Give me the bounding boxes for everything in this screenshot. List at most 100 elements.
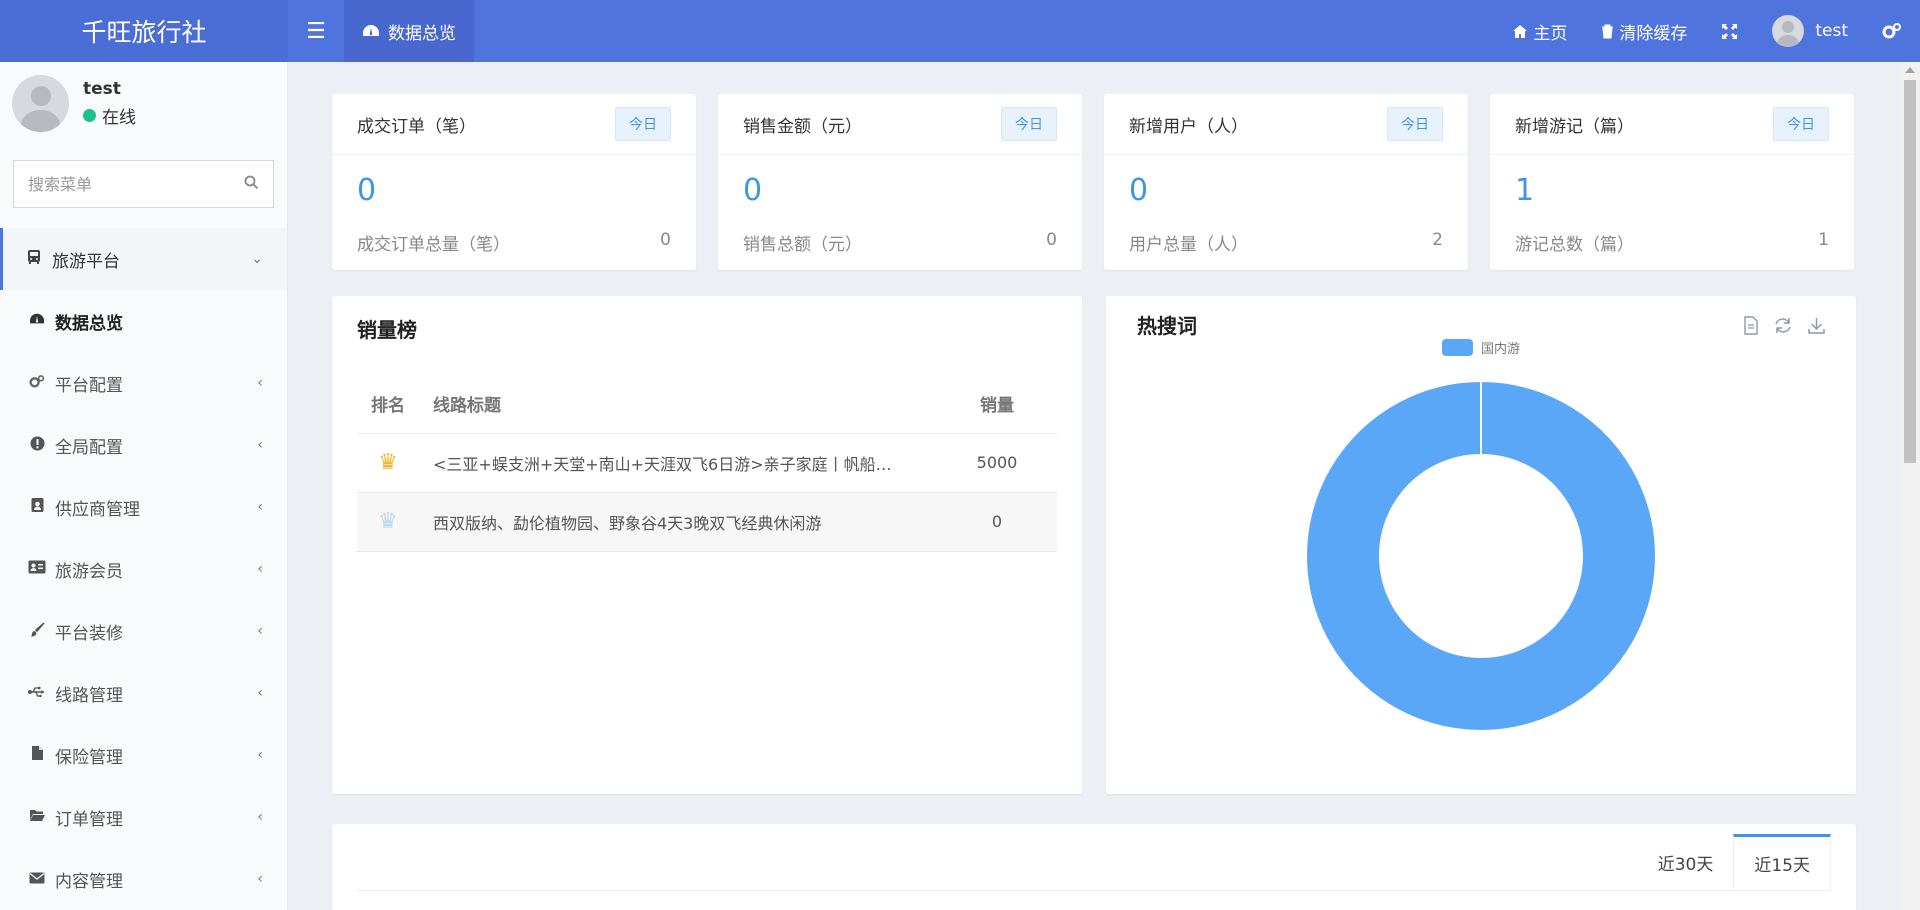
home-label: 主页 xyxy=(1533,23,1568,44)
paint-brush-icon xyxy=(28,621,46,641)
fullscreen-button[interactable] xyxy=(1704,0,1755,62)
today-badge: 今日 xyxy=(615,107,671,141)
chevron-left-icon: ‹ xyxy=(257,437,263,453)
tab-30-days[interactable]: 近30天 xyxy=(1638,834,1734,890)
legend-swatch xyxy=(1441,339,1473,356)
file-icon xyxy=(28,745,46,765)
chevron-left-icon: ‹ xyxy=(257,747,263,763)
sidebar-item-label: 保险管理 xyxy=(55,747,123,768)
sidebar-item-insurance[interactable]: 保险管理 ‹ xyxy=(0,724,287,786)
stat-total-label: 用户总量（人） xyxy=(1129,235,1248,255)
chevron-down-icon: ⌄ xyxy=(251,251,263,267)
sidebar-item-label: 内容管理 xyxy=(55,871,123,892)
sidebar-item-global-config[interactable]: 全局配置 ‹ xyxy=(0,414,287,476)
avatar xyxy=(12,74,69,132)
usb-icon xyxy=(28,684,46,702)
sales-count: 5000 xyxy=(937,433,1057,493)
sidebar-item-travel-platform[interactable]: 旅游平台 ⌄ xyxy=(0,228,287,290)
stat-card-orders: 成交订单（笔） 今日 0 成交订单总量（笔） 0 xyxy=(332,94,696,270)
tab-dashboard[interactable]: 数据总览 xyxy=(344,0,474,62)
sidebar-item-platform-config[interactable]: 平台配置 ‹ xyxy=(0,352,287,414)
stat-title: 成交订单（笔） xyxy=(357,116,476,137)
home-link[interactable]: 主页 xyxy=(1495,0,1584,62)
download-icon[interactable] xyxy=(1807,316,1826,340)
bus-icon xyxy=(25,249,43,269)
today-badge: 今日 xyxy=(1773,107,1829,141)
stat-total: 0 xyxy=(660,230,671,250)
sidebar-item-label: 全局配置 xyxy=(55,437,123,458)
search-icon[interactable] xyxy=(244,175,259,194)
tab-label: 数据总览 xyxy=(388,23,456,44)
stat-card-users: 新增用户（人） 今日 0 用户总量（人） 2 xyxy=(1104,94,1468,270)
table-row: ♛ <三亚+蜈支洲+天堂+南山+天涯双飞6日游>亲子家庭丨帆船… 5000 xyxy=(357,433,1057,493)
stat-total: 1 xyxy=(1818,230,1829,250)
divider xyxy=(357,890,1831,891)
route-title[interactable]: 西双版纳、勐伦植物园、野象谷4天3晚双飞经典休闲游 xyxy=(433,510,913,534)
envelope-icon xyxy=(28,870,46,888)
chevron-left-icon: ‹ xyxy=(257,561,263,577)
dashboard-icon xyxy=(363,25,379,36)
hot-search-panel: 热搜词 国内游 xyxy=(1106,296,1856,794)
cogs-icon xyxy=(28,374,46,393)
sidebar-item-content[interactable]: 内容管理 ‹ xyxy=(0,848,287,910)
stat-title: 新增用户（人） xyxy=(1129,116,1248,137)
sales-count: 0 xyxy=(937,492,1057,552)
page-scrollbar[interactable] xyxy=(1900,62,1920,910)
stat-card-notes: 新增游记（篇） 今日 1 游记总数（篇） 1 xyxy=(1490,94,1854,270)
menu-search xyxy=(13,160,274,208)
scroll-up-arrow-icon[interactable] xyxy=(1905,67,1915,73)
folder-open-icon xyxy=(28,808,46,826)
sidebar-item-label: 旅游平台 xyxy=(52,251,120,272)
exclamation-circle-icon xyxy=(28,436,46,455)
chevron-left-icon: ‹ xyxy=(257,809,263,825)
sidebar-item-label: 平台配置 xyxy=(55,375,123,396)
sidebar-item-decoration[interactable]: 平台装修 ‹ xyxy=(0,600,287,662)
sidebar-item-supplier[interactable]: 供应商管理 ‹ xyxy=(0,476,287,538)
trash-icon xyxy=(1602,24,1614,38)
crown-silver-icon: ♛ xyxy=(378,509,398,534)
stat-value: 0 xyxy=(743,173,763,208)
route-title[interactable]: <三亚+蜈支洲+天堂+南山+天涯双飞6日游>亲子家庭丨帆船… xyxy=(433,451,913,475)
scrollbar-thumb[interactable] xyxy=(1904,80,1916,463)
stat-total: 0 xyxy=(1046,230,1057,250)
chart-toolbox xyxy=(1743,316,1826,340)
stat-total-label: 销售总额（元） xyxy=(743,235,862,255)
sidebar-item-dashboard[interactable]: 数据总览 xyxy=(0,290,287,352)
stat-title: 新增游记（篇） xyxy=(1515,116,1634,137)
chevron-left-icon: ‹ xyxy=(257,871,263,887)
chevron-left-icon: ‹ xyxy=(257,685,263,701)
clear-cache-button[interactable]: 清除缓存 xyxy=(1584,0,1704,62)
online-status: 在线 xyxy=(83,103,136,128)
column-header-rank: 排名 xyxy=(357,375,419,434)
sales-ranking-panel: 销量榜 排名 线路标题 销量 ♛ <三亚+蜈支洲+天堂+南山+天涯双飞6日游>亲… xyxy=(332,296,1082,794)
chart-legend[interactable]: 国内游 xyxy=(1441,338,1520,357)
brand-logo[interactable]: 千旺旅行社 xyxy=(0,0,288,62)
file-text-icon[interactable] xyxy=(1743,316,1759,340)
user-menu[interactable]: test xyxy=(1755,0,1865,62)
date-range-tabs: 近30天 近15天 xyxy=(1638,834,1831,890)
sidebar-item-orders[interactable]: 订单管理 ‹ xyxy=(0,786,287,848)
online-dot-icon xyxy=(83,108,96,122)
stat-value: 0 xyxy=(1129,173,1149,208)
tab-15-days[interactable]: 近15天 xyxy=(1733,834,1831,890)
avatar xyxy=(1772,15,1805,47)
column-header-sales: 销量 xyxy=(937,375,1057,434)
dashboard-icon xyxy=(28,312,46,330)
sidebar-item-routes[interactable]: 线路管理 ‹ xyxy=(0,662,287,724)
chevron-left-icon: ‹ xyxy=(257,623,263,639)
stat-value: 0 xyxy=(357,173,377,208)
sidebar-item-members[interactable]: 旅游会员 ‹ xyxy=(0,538,287,600)
menu-toggle-button[interactable]: ☰ xyxy=(288,0,344,62)
settings-button[interactable] xyxy=(1865,0,1920,62)
refresh-icon[interactable] xyxy=(1773,316,1793,340)
today-badge: 今日 xyxy=(1001,107,1057,141)
ranking-table: 排名 线路标题 销量 ♛ <三亚+蜈支洲+天堂+南山+天涯双飞6日游>亲子家庭丨… xyxy=(357,375,1057,552)
table-row: ♛ 西双版纳、勐伦植物园、野象谷4天3晚双飞经典休闲游 0 xyxy=(357,492,1057,552)
clear-cache-label: 清除缓存 xyxy=(1619,23,1688,44)
pie-slice[interactable] xyxy=(1304,379,1657,732)
id-badge-icon xyxy=(28,497,46,517)
donut-chart xyxy=(1304,379,1657,732)
search-input[interactable] xyxy=(28,174,244,194)
today-badge: 今日 xyxy=(1387,107,1443,141)
bars-icon: ☰ xyxy=(306,18,326,44)
